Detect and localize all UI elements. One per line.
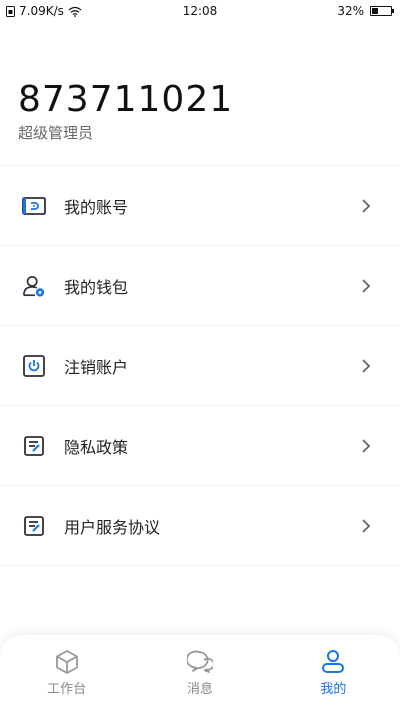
document-edit-icon bbox=[22, 434, 46, 458]
account-card-icon bbox=[22, 194, 46, 218]
user-role: 超级管理员 bbox=[18, 124, 94, 142]
tab-label-mine: 我的 bbox=[320, 682, 347, 697]
chat-bubble-icon bbox=[186, 650, 213, 673]
status-bar: 7.09K/s 12:08 32% bbox=[0, 0, 400, 22]
menu-label-user-agreement: 用户服务协议 bbox=[64, 517, 161, 537]
user-id: 873711021 bbox=[18, 79, 234, 120]
status-right: 32% bbox=[337, 4, 394, 18]
menu-item-account[interactable]: 我的账号 bbox=[0, 166, 400, 246]
menu-item-privacy[interactable]: 隐私政策 bbox=[0, 406, 400, 486]
tab-workbench[interactable]: 工作台 bbox=[0, 635, 133, 711]
chevron-right-icon bbox=[362, 278, 371, 293]
power-off-icon bbox=[22, 354, 46, 378]
bottom-tab-bar: 工作台 消息 我的 bbox=[0, 635, 400, 711]
document-edit-icon bbox=[22, 514, 46, 538]
chevron-right-icon bbox=[362, 198, 371, 213]
chevron-right-icon bbox=[362, 518, 371, 533]
cube-icon bbox=[55, 650, 78, 674]
battery-percent: 32% bbox=[337, 4, 364, 18]
menu-label-account: 我的账号 bbox=[64, 197, 129, 217]
menu-item-deregister[interactable]: 注销账户 bbox=[0, 326, 400, 406]
menu-item-wallet[interactable]: 我的钱包 bbox=[0, 246, 400, 326]
menu-item-user-agreement[interactable]: 用户服务协议 bbox=[0, 486, 400, 566]
wallet-user-icon bbox=[22, 274, 46, 298]
chevron-right-icon bbox=[362, 438, 371, 453]
tab-messages[interactable]: 消息 bbox=[133, 635, 266, 711]
menu-label-privacy: 隐私政策 bbox=[64, 437, 129, 457]
menu-label-wallet: 我的钱包 bbox=[64, 277, 129, 297]
chevron-right-icon bbox=[362, 358, 371, 373]
profile-header: 873711021 超级管理员 bbox=[18, 78, 233, 143]
user-icon bbox=[322, 650, 345, 673]
tab-mine[interactable]: 我的 bbox=[267, 635, 400, 711]
battery-icon bbox=[370, 6, 394, 16]
tab-label-workbench: 工作台 bbox=[47, 682, 87, 697]
battery-fill bbox=[372, 8, 378, 14]
settings-menu: 我的账号 我的钱包 注销账户 隐私政策 用户服务协议 bbox=[0, 165, 400, 566]
tab-label-messages: 消息 bbox=[186, 682, 213, 697]
menu-label-deregister: 注销账户 bbox=[64, 357, 129, 377]
